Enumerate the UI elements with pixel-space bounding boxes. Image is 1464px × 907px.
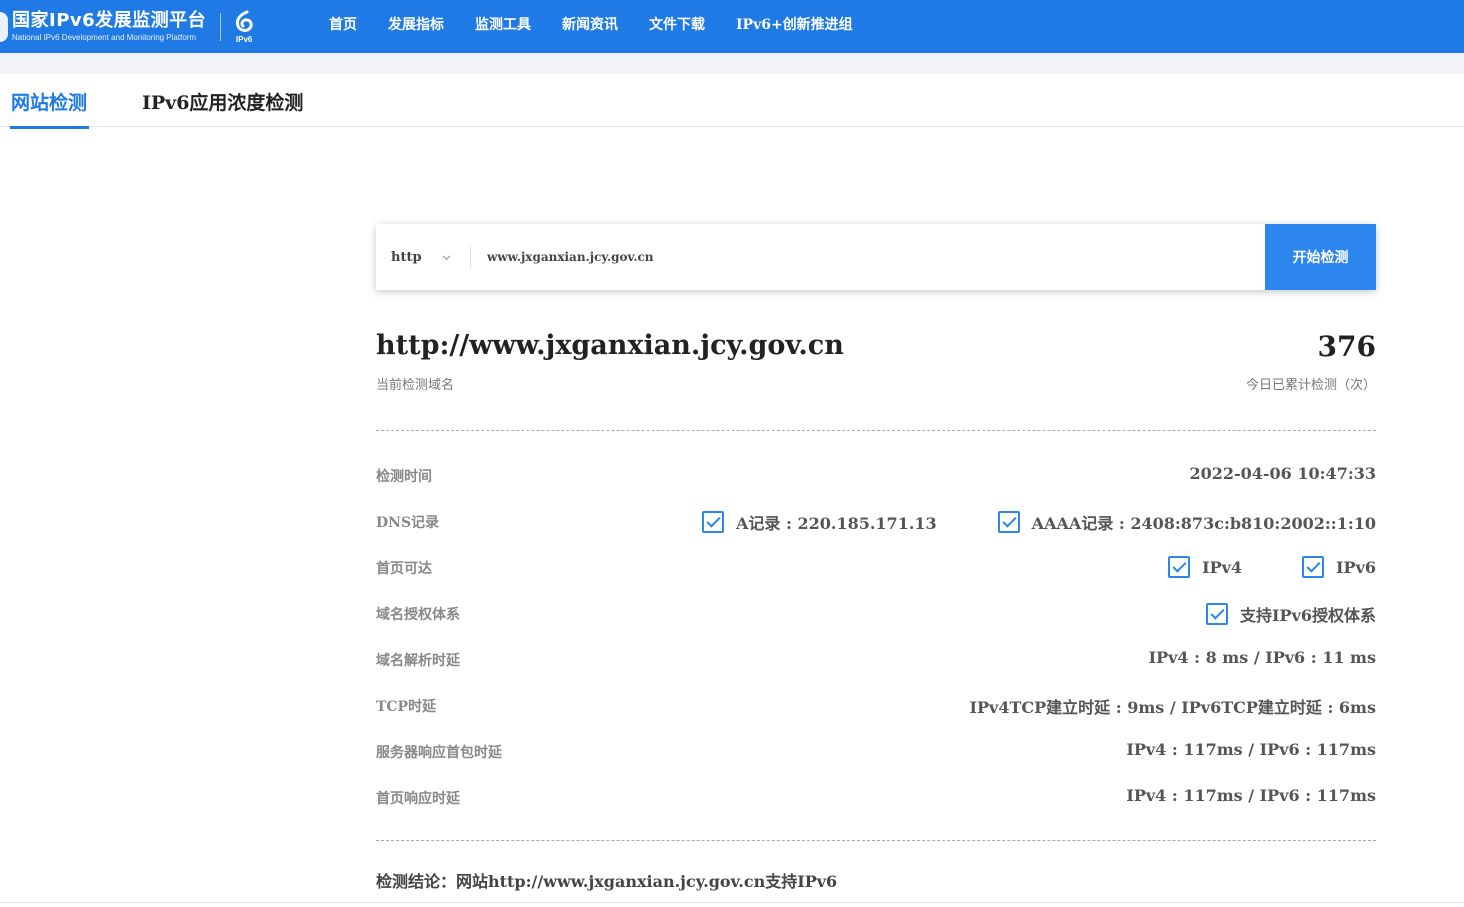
dns-a-record: A记录 : 220.185.171.13 xyxy=(736,514,937,533)
tool-tabs: 网站检测 IPv6应用浓度检测 xyxy=(0,74,1464,129)
result-row-reachability: 首页可达 IPv4 IPv6 xyxy=(376,556,1376,578)
bottom-border xyxy=(0,902,1464,903)
checkbox-checked-icon xyxy=(1168,556,1191,578)
result-row-page-latency: 首页响应时延 IPv4 : 117ms / IPv6 : 117ms xyxy=(376,786,1376,808)
result-label: 首页响应时延 xyxy=(376,791,460,807)
logo-subtitle: National IPv6 Development and Monitoring… xyxy=(12,33,197,42)
result-value: IPv4 : 8 ms / IPv6 : 11 ms xyxy=(1148,648,1376,667)
checked-domain: http://www.jxganxian.jcy.gov.cn xyxy=(376,330,844,361)
site-logo[interactable]: 国家IPv6发展监测平台 National IPv6 Development a… xyxy=(0,0,255,53)
result-value: IPv4 : 117ms / IPv6 : 117ms xyxy=(1126,786,1376,805)
logo-mark-icon xyxy=(0,11,8,42)
checked-domain-label: 当前检测域名 xyxy=(376,378,455,393)
nav-downloads[interactable]: 文件下载 xyxy=(649,14,705,34)
ipv6-badge: IPv6 xyxy=(233,10,255,44)
dns-aaaa-record: AAAA记录 : 2408:873c:b810:2002::1:10 xyxy=(1031,514,1376,533)
result-value: IPv4 : 117ms / IPv6 : 117ms xyxy=(1126,740,1376,759)
result-label: 检测时间 xyxy=(376,469,432,485)
protocol-value: http xyxy=(391,249,422,265)
tab-ipv6-app-check[interactable]: IPv6应用浓度检测 xyxy=(142,88,303,115)
logo-divider xyxy=(220,12,222,41)
result-label: DNS记录 xyxy=(376,515,440,531)
result-label: TCP时延 xyxy=(376,699,437,715)
main-nav: 首页 发展指标 监测工具 新闻资讯 文件下载 IPv6+创新推进组 xyxy=(329,0,884,48)
divider xyxy=(376,840,1376,841)
url-input[interactable] xyxy=(471,224,1265,290)
result-value: 2022-04-06 10:47:33 xyxy=(1189,464,1376,483)
result-label: 首页可达 xyxy=(376,561,432,577)
checkbox-checked-icon xyxy=(1302,556,1325,578)
result-row-tcp-latency: TCP时延 IPv4TCP建立时延 : 9ms / IPv6TCP建立时延 : … xyxy=(376,694,1376,717)
checkbox-checked-icon xyxy=(1206,603,1229,625)
header-spacer xyxy=(0,53,1464,74)
nav-home[interactable]: 首页 xyxy=(329,14,357,34)
result-label: 域名授权体系 xyxy=(376,607,460,623)
top-navigation-bar: 国家IPv6发展监测平台 National IPv6 Development a… xyxy=(0,0,1464,53)
chevron-down-icon xyxy=(442,255,451,261)
checkbox-checked-icon xyxy=(997,511,1020,533)
nav-news[interactable]: 新闻资讯 xyxy=(562,14,618,34)
reach-ipv6: IPv6 xyxy=(1336,557,1376,577)
nav-monitoring-tools[interactable]: 监测工具 xyxy=(475,14,531,34)
reach-ipv4: IPv4 xyxy=(1202,557,1243,577)
start-check-button[interactable]: 开始检测 xyxy=(1265,224,1376,290)
logo-title: 国家IPv6发展监测平台 xyxy=(12,10,207,31)
search-panel: http 开始检测 xyxy=(376,224,1376,290)
nav-indicators[interactable]: 发展指标 xyxy=(388,14,444,34)
result-label: 域名解析时延 xyxy=(376,653,460,669)
checkbox-checked-icon xyxy=(702,511,725,533)
check-conclusion: 检测结论：网站http://www.jxganxian.jcy.gov.cn支持… xyxy=(376,872,838,891)
check-count-label: 今日已累计检测（次） xyxy=(1245,378,1376,393)
result-row-dns: DNS记录 A记录 : 220.185.171.13 AAAA记录 : 2408… xyxy=(376,510,1376,533)
result-row-dns-latency: 域名解析时延 IPv4 : 8 ms / IPv6 : 11 ms xyxy=(376,648,1376,670)
protocol-select[interactable]: http xyxy=(376,224,470,290)
ipv6-swirl-icon xyxy=(236,10,253,32)
nav-innovation-group[interactable]: IPv6+创新推进组 xyxy=(736,14,853,34)
result-label: 服务器响应首包时延 xyxy=(376,745,502,761)
auth-value: 支持IPv6授权体系 xyxy=(1240,606,1376,625)
check-count: 376 xyxy=(1317,330,1376,363)
ipv6-badge-label: IPv6 xyxy=(235,34,253,44)
result-row-authorization: 域名授权体系 支持IPv6授权体系 xyxy=(376,602,1376,625)
tab-website-check[interactable]: 网站检测 xyxy=(9,88,90,129)
result-row-first-byte: 服务器响应首包时延 IPv4 : 117ms / IPv6 : 117ms xyxy=(376,740,1376,762)
result-value: IPv4TCP建立时延 : 9ms / IPv6TCP建立时延 : 6ms xyxy=(969,698,1376,717)
divider xyxy=(376,430,1376,431)
result-row-time: 检测时间 2022-04-06 10:47:33 xyxy=(376,464,1376,486)
